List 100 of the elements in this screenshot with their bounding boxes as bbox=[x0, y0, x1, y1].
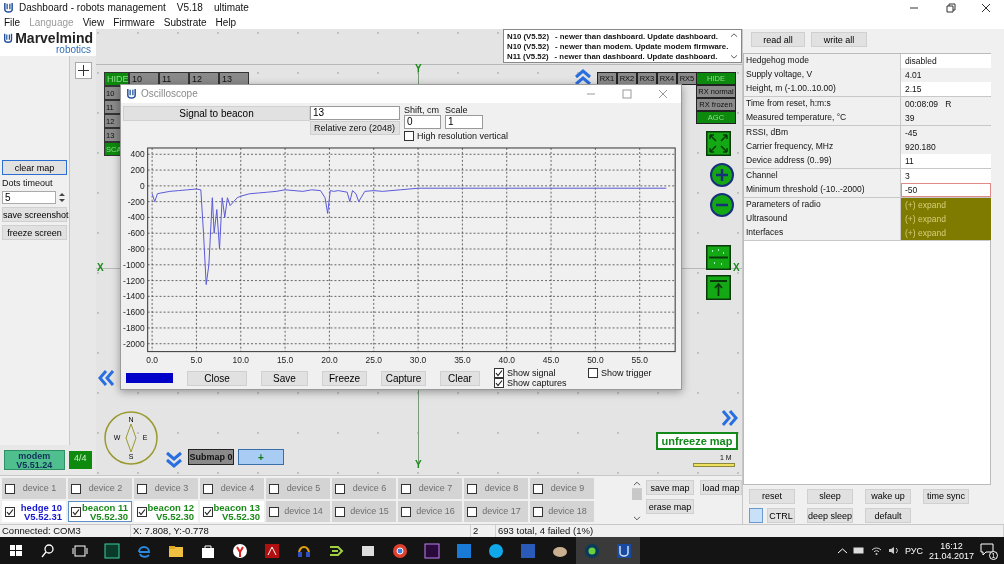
menu-item[interactable]: View bbox=[82, 16, 105, 28]
device-slot[interactable]: device 8 bbox=[464, 478, 528, 499]
action-button[interactable]: deep sleep bbox=[807, 508, 853, 524]
action-button[interactable]: wake up bbox=[865, 488, 911, 504]
dots-timeout-field[interactable]: 5 bbox=[2, 191, 56, 204]
device-slot[interactable]: device 9 bbox=[530, 478, 594, 499]
checkbox[interactable] bbox=[71, 507, 81, 517]
submap-label[interactable]: Submap 0 bbox=[188, 449, 234, 465]
clock-time[interactable]: 16:12 bbox=[940, 540, 963, 551]
notification-icon[interactable] bbox=[980, 542, 994, 556]
device-slot[interactable]: device 3 bbox=[134, 478, 198, 499]
fit-view-icon[interactable] bbox=[706, 131, 731, 156]
device-slot[interactable]: device 18 bbox=[530, 501, 594, 522]
crosshair-button[interactable] bbox=[74, 62, 92, 79]
action-button[interactable]: default bbox=[865, 508, 911, 524]
menu-item[interactable]: File bbox=[4, 16, 21, 28]
device-slot[interactable]: beacon 12 V5.52.30 bbox=[134, 501, 198, 522]
round-app-icon[interactable] bbox=[232, 542, 248, 559]
settings-button[interactable]: read all bbox=[751, 32, 805, 47]
scale-field[interactable]: 1 bbox=[445, 114, 483, 129]
checkbox[interactable] bbox=[401, 507, 411, 517]
zoom-in-icon[interactable] bbox=[710, 163, 734, 187]
zoom-out-icon[interactable] bbox=[710, 193, 734, 217]
oscilloscope-button[interactable]: Freeze bbox=[322, 370, 367, 386]
clock-date[interactable]: 21.04.2017 bbox=[928, 550, 974, 561]
map-button[interactable]: erase map bbox=[646, 499, 694, 514]
align-top-icon[interactable] bbox=[706, 275, 731, 300]
checkbox[interactable] bbox=[137, 484, 147, 494]
checkbox[interactable] bbox=[588, 368, 598, 379]
device-slot[interactable]: device 2 bbox=[68, 478, 132, 499]
oscilloscope-button[interactable]: Capture bbox=[381, 370, 426, 386]
device-slot[interactable]: device 1 bbox=[2, 478, 66, 499]
checkbox[interactable] bbox=[5, 484, 15, 494]
device-slot[interactable]: device 16 bbox=[398, 501, 462, 522]
property-value[interactable]: 920.180 bbox=[901, 140, 991, 154]
shopping-bag-icon[interactable] bbox=[200, 542, 216, 559]
app-tile-icon[interactable] bbox=[424, 542, 440, 559]
oscilloscope-button[interactable]: Save bbox=[261, 370, 308, 386]
wifi-icon[interactable] bbox=[870, 546, 882, 555]
map-button[interactable]: load map bbox=[700, 480, 742, 495]
settings-button[interactable]: write all bbox=[811, 32, 867, 47]
app-tile-icon[interactable] bbox=[520, 542, 536, 559]
checkbox[interactable] bbox=[467, 484, 477, 494]
checkbox[interactable] bbox=[335, 507, 345, 517]
checkbox[interactable] bbox=[533, 507, 543, 517]
device-slot[interactable]: device 6 bbox=[332, 478, 396, 499]
device-slot[interactable]: device 15 bbox=[332, 501, 396, 522]
menu-item[interactable]: Help bbox=[215, 16, 237, 28]
device-slot[interactable]: device 14 bbox=[266, 501, 330, 522]
menu-item[interactable]: Firmware bbox=[113, 16, 155, 28]
ctrl-button[interactable]: CTRL bbox=[767, 508, 795, 524]
checkbox[interactable] bbox=[494, 378, 504, 389]
checkbox[interactable] bbox=[401, 484, 411, 494]
round-app-icon[interactable] bbox=[392, 542, 408, 559]
checkbox[interactable] bbox=[269, 507, 279, 517]
oscilloscope-button[interactable]: Close bbox=[187, 370, 247, 386]
action-button[interactable]: reset bbox=[749, 488, 795, 504]
panel-button[interactable]: save screenshot bbox=[2, 207, 67, 222]
property-value[interactable]: 39 bbox=[901, 111, 991, 126]
mode-dropdown[interactable]: Relative zero (2048) bbox=[310, 120, 400, 135]
map-button[interactable]: save map bbox=[646, 480, 694, 495]
device-slot[interactable]: device 4 bbox=[200, 478, 264, 499]
device-slot[interactable]: device 17 bbox=[464, 501, 528, 522]
checkbox[interactable] bbox=[533, 484, 543, 494]
property-value[interactable]: disabled bbox=[901, 53, 991, 68]
panel-button[interactable]: freeze screen bbox=[2, 225, 67, 240]
battery-icon[interactable] bbox=[852, 547, 865, 554]
language-indicator[interactable]: РУС bbox=[904, 545, 923, 556]
task-view-icon[interactable] bbox=[72, 542, 88, 559]
action-button[interactable]: sleep bbox=[807, 488, 853, 504]
checkbox[interactable] bbox=[203, 484, 213, 494]
app-tile-icon[interactable] bbox=[456, 542, 472, 559]
device-slot[interactable]: hedge 10 V5.52.31 bbox=[2, 501, 66, 522]
filter-points-icon[interactable] bbox=[706, 245, 731, 270]
spin-arrows-icon[interactable] bbox=[58, 192, 66, 203]
device-slot[interactable]: device 7 bbox=[398, 478, 462, 499]
checkbox[interactable] bbox=[137, 507, 147, 517]
checkbox[interactable] bbox=[71, 484, 81, 494]
unfreeze-map-button[interactable]: unfreeze map bbox=[656, 432, 738, 450]
double-chevron-icon[interactable] bbox=[720, 408, 740, 428]
property-value[interactable]: -50 bbox=[901, 183, 991, 198]
app-tile-icon[interactable] bbox=[104, 542, 120, 559]
checkbox[interactable] bbox=[404, 130, 414, 141]
menu-item[interactable]: Substrate bbox=[163, 16, 207, 28]
document-app-icon[interactable] bbox=[264, 542, 280, 559]
signal-to-beacon-button[interactable]: Signal to beacon bbox=[123, 105, 310, 121]
device-slot[interactable]: beacon 13 V5.52.30 bbox=[200, 501, 264, 522]
action-button[interactable]: time sync bbox=[923, 488, 969, 504]
windows-logo-icon[interactable] bbox=[8, 542, 24, 559]
property-value[interactable]: 4.01 bbox=[901, 68, 991, 83]
clear-map-button[interactable]: clear map bbox=[2, 160, 67, 175]
double-chevron-icon[interactable] bbox=[96, 368, 116, 388]
shift-field[interactable]: 0 bbox=[404, 114, 441, 129]
device-slot[interactable]: device 5 bbox=[266, 478, 330, 499]
volume-icon[interactable] bbox=[887, 546, 899, 555]
checkbox[interactable] bbox=[467, 507, 477, 517]
chevron-up-icon[interactable] bbox=[837, 547, 847, 554]
oscilloscope-button[interactable]: Clear bbox=[440, 370, 480, 386]
checkbox[interactable] bbox=[335, 484, 345, 494]
round-app-icon[interactable] bbox=[488, 542, 504, 559]
